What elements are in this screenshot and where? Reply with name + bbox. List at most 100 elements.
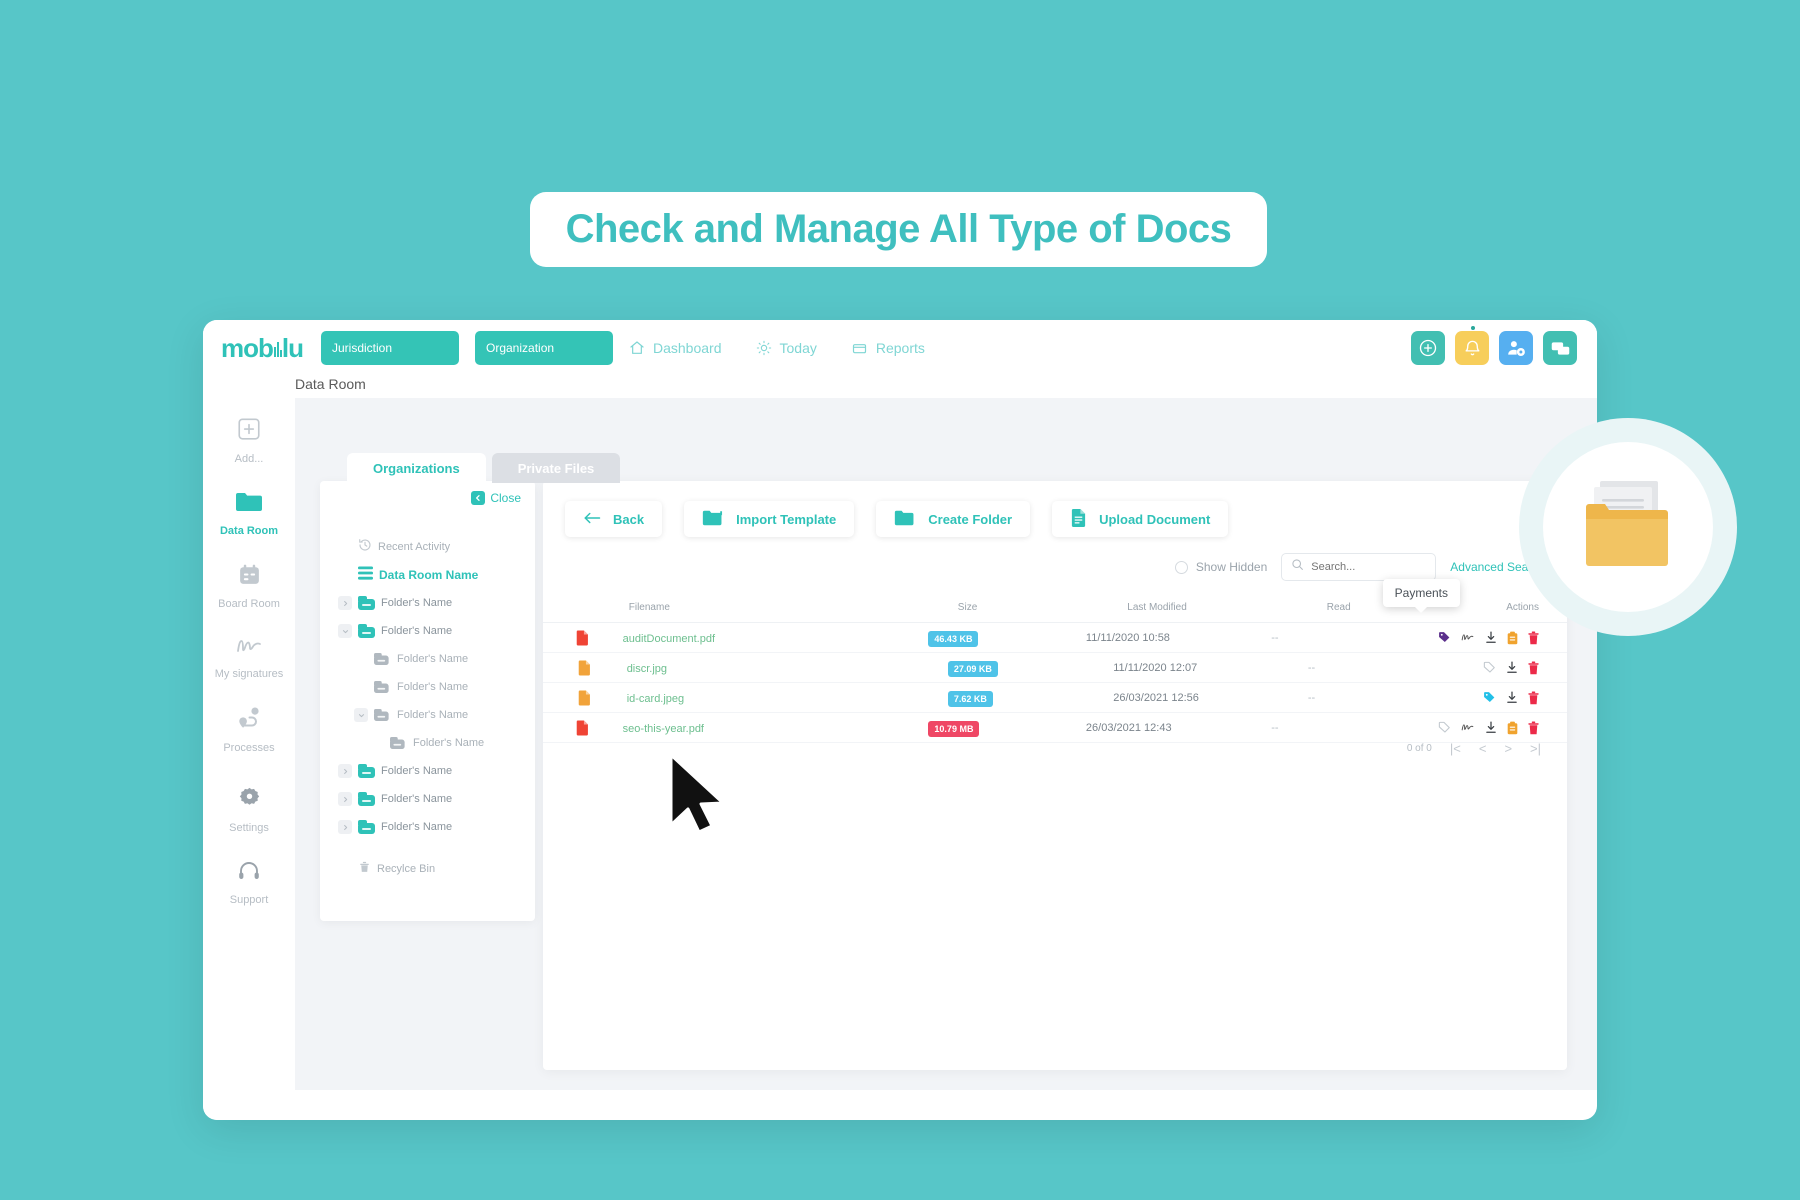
sidebar-item-support[interactable]: Support — [203, 859, 295, 906]
user-settings-button[interactable] — [1499, 331, 1533, 365]
pdf-file-icon — [543, 630, 623, 646]
tree-row-label: Folder's Name — [381, 625, 453, 637]
jurisdiction-selector[interactable]: Jurisdiction — [321, 331, 459, 365]
tree-row[interactable]: Folder's Name — [320, 729, 535, 757]
tab-organizations[interactable]: Organizations — [347, 453, 486, 483]
close-tree-button[interactable]: Close — [471, 491, 521, 505]
image-file-icon — [543, 690, 627, 706]
content-canvas: Organizations Private Files Close Recent… — [295, 398, 1597, 1090]
tag-purple-icon[interactable] — [1438, 631, 1451, 644]
tree-row[interactable]: Recent Activity — [320, 533, 535, 561]
download-icon[interactable] — [1506, 661, 1518, 674]
caret-spacer — [338, 540, 352, 554]
sidebar-item-settings-label: Settings — [229, 822, 269, 834]
tree-row[interactable]: Folder's Name — [320, 757, 535, 785]
download-icon[interactable] — [1485, 631, 1497, 644]
show-hidden-toggle[interactable]: Show Hidden — [1174, 560, 1267, 574]
notification-dot — [1471, 326, 1475, 330]
tag-outline-icon[interactable] — [1483, 661, 1496, 674]
filename-link[interactable]: auditDocument.pdf — [623, 633, 715, 645]
tree-row-label: Folder's Name — [381, 597, 453, 609]
notifications-button[interactable] — [1455, 326, 1489, 365]
nav-reports[interactable]: Reports — [851, 340, 925, 356]
chevron-right-icon[interactable] — [338, 596, 352, 610]
chevron-right-icon[interactable] — [338, 764, 352, 778]
create-folder-button[interactable]: Create Folder — [876, 501, 1031, 537]
tree-row[interactable]: Folder's Name — [320, 645, 535, 673]
download-icon[interactable] — [1506, 691, 1518, 704]
table-row[interactable]: auditDocument.pdf 46.43 KB 11/11/2020 10:5… — [543, 623, 1567, 653]
signature-icon[interactable] — [1461, 631, 1475, 644]
nav-today[interactable]: Today — [756, 340, 817, 356]
folder-tree: Recent Activity Data Room Name Folder's Na… — [320, 525, 535, 921]
delete-icon[interactable] — [1528, 660, 1539, 675]
filename-link[interactable]: seo-this-year.pdf — [623, 723, 704, 735]
tree-row[interactable]: Folder's Name — [320, 813, 535, 841]
tree-row[interactable]: Folder's Name — [320, 589, 535, 617]
tree-row[interactable]: Folder's Name — [320, 673, 535, 701]
messages-button[interactable] — [1543, 331, 1577, 365]
payments-icon[interactable] — [1507, 631, 1518, 645]
upload-document-button[interactable]: Upload Document — [1052, 501, 1229, 537]
tree-row[interactable]: Folder's Name — [320, 785, 535, 813]
tree-row[interactable]: Folder's Name — [320, 617, 535, 645]
signature-icon[interactable] — [1461, 721, 1475, 734]
folder-grey-icon — [374, 652, 389, 666]
payments-icon[interactable] — [1507, 721, 1518, 735]
pagination-next[interactable]: > — [1504, 741, 1512, 756]
pagination-first[interactable]: |< — [1450, 741, 1461, 756]
sidebar-item-board-room[interactable]: Board Room — [203, 562, 295, 610]
back-button[interactable]: Back — [565, 501, 663, 537]
add-button[interactable] — [1411, 331, 1445, 365]
organization-selector[interactable]: Organization — [475, 331, 613, 365]
table-row[interactable]: seo-this-year.pdf 10.79 MB 26/03/2021 12:4… — [543, 713, 1567, 743]
table-row[interactable]: id-card.jpeg 7.62 KB 26/03/2021 12:56 -- — [543, 683, 1567, 713]
sidebar-item-settings[interactable]: Settings — [203, 786, 295, 834]
filename-link[interactable]: id-card.jpeg — [627, 693, 684, 705]
folder-illustration — [1519, 418, 1737, 636]
sidebar-rail: Add... Data Room Board Room My signature… — [203, 376, 295, 1120]
open-folder-docs-icon — [1586, 481, 1668, 566]
size-badge: 7.62 KB — [947, 690, 993, 707]
cell-filename: discr.jpg — [627, 659, 948, 677]
tab-private-files[interactable]: Private Files — [491, 453, 621, 483]
calendar-icon — [237, 562, 262, 592]
sidebar-item-add[interactable]: Add... — [203, 416, 295, 465]
header-size: Size — [957, 602, 978, 613]
tree-row[interactable]: Recylce Bin — [320, 855, 535, 883]
chevron-down-icon[interactable] — [338, 624, 352, 638]
delete-icon[interactable] — [1528, 690, 1539, 705]
sidebar-item-processes[interactable]: Processes — [203, 705, 295, 754]
tree-row-label: Folder's Name — [397, 653, 469, 665]
sidebar-item-data-room[interactable]: Data Room — [203, 490, 295, 537]
tree-row[interactable]: Folder's Name — [320, 701, 535, 729]
cell-size: 10.79 MB — [928, 719, 1086, 737]
nav-today-label: Today — [779, 340, 817, 356]
filename-link[interactable]: discr.jpg — [627, 663, 667, 675]
tag-outline-icon[interactable] — [1438, 721, 1451, 734]
nav-reports-label: Reports — [875, 340, 925, 356]
sidebar-item-add-label: Add... — [234, 453, 264, 465]
pagination-prev[interactable]: < — [1479, 741, 1487, 756]
nav-dashboard[interactable]: Dashboard — [629, 340, 722, 356]
download-icon[interactable] — [1485, 721, 1497, 734]
tag-cyan-icon[interactable] — [1483, 691, 1496, 704]
search-input[interactable] — [1311, 561, 1427, 573]
chevron-right-icon[interactable] — [338, 820, 352, 834]
table-row[interactable]: discr.jpg 27.09 KB 11/11/2020 12:07 -- — [543, 653, 1567, 683]
size-badge: 46.43 KB — [928, 630, 979, 647]
header-filename: Filename — [628, 602, 670, 613]
folder-teal-icon — [358, 820, 375, 834]
data-room-lines-icon — [358, 565, 373, 585]
caret-spacer — [354, 680, 368, 694]
delete-icon[interactable] — [1528, 720, 1539, 735]
folder-grey-icon — [390, 736, 405, 750]
delete-icon[interactable] — [1528, 630, 1539, 645]
pagination-last[interactable]: >| — [1530, 741, 1541, 756]
chevron-down-icon[interactable] — [354, 708, 368, 722]
import-template-button[interactable]: Import Template — [684, 501, 855, 537]
tree-row[interactable]: Data Room Name — [320, 561, 535, 589]
search-box[interactable] — [1281, 553, 1437, 581]
chevron-right-icon[interactable] — [338, 792, 352, 806]
sidebar-item-my-signatures[interactable]: My signatures — [203, 635, 295, 680]
